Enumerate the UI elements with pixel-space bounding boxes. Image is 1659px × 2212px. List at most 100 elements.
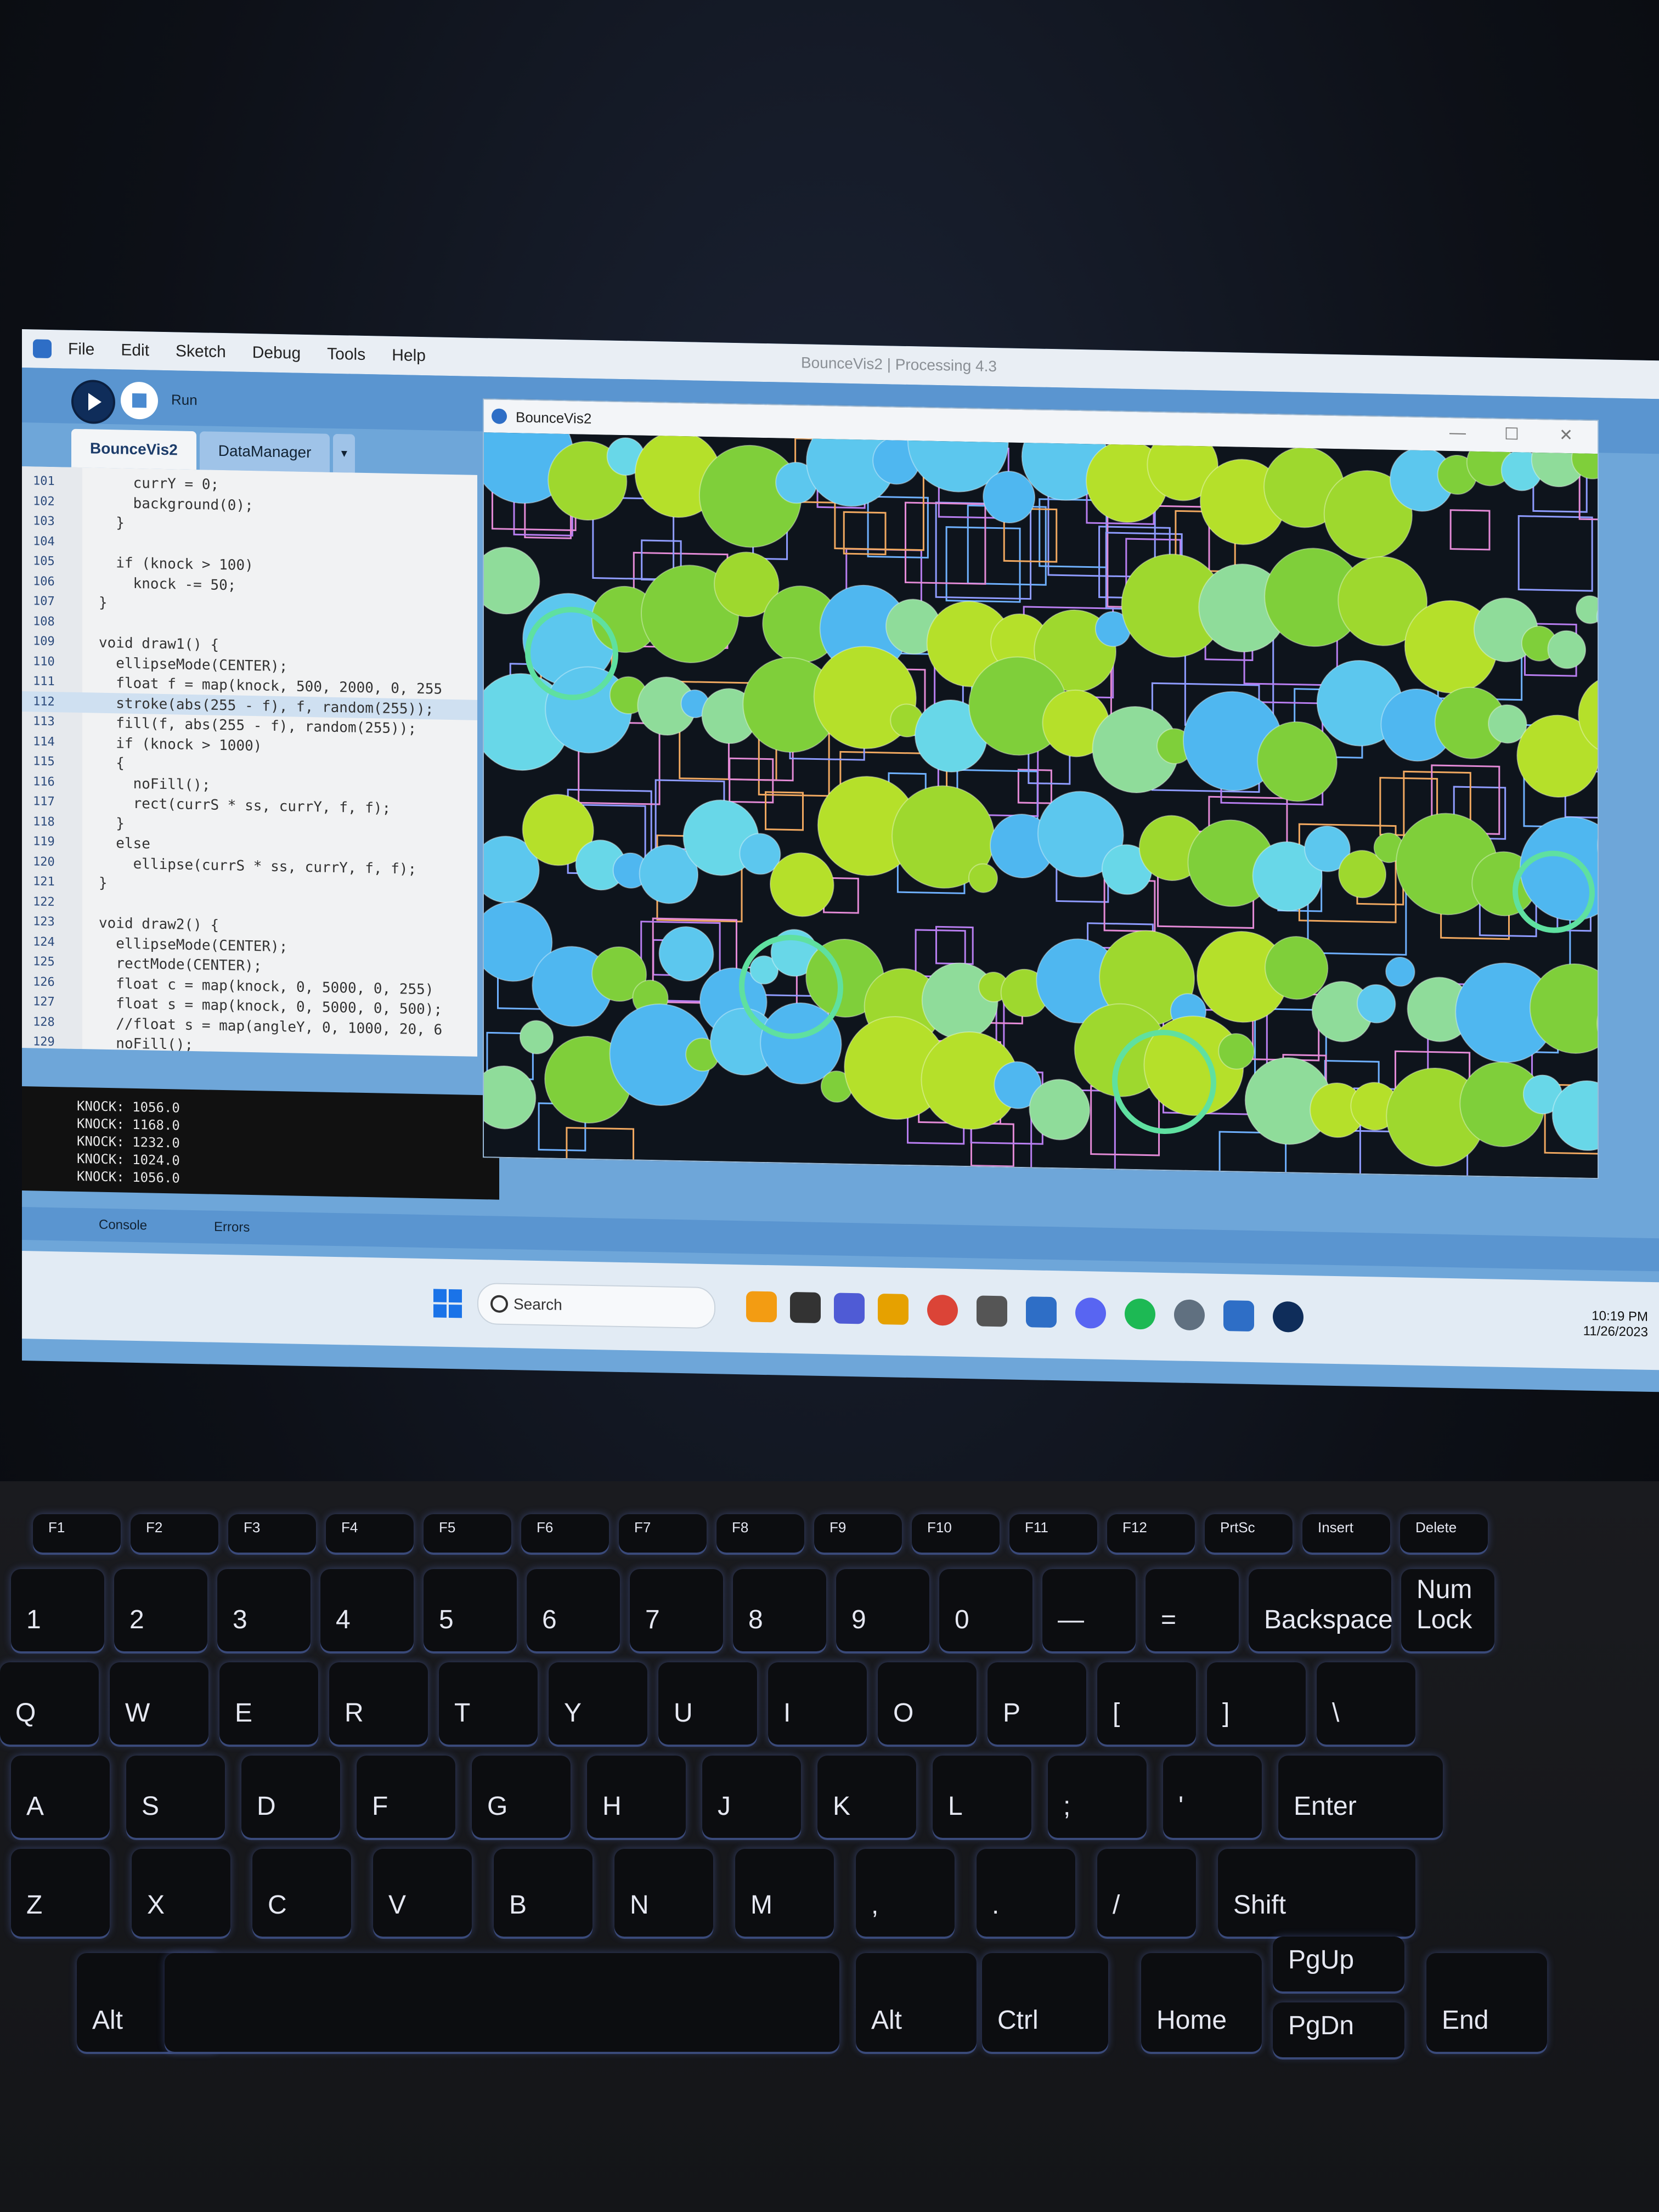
sketch-circle: [1265, 936, 1329, 1000]
key-label: F3: [244, 1519, 261, 1536]
key-label: Enter: [1294, 1792, 1357, 1821]
line-number: 119: [33, 834, 55, 849]
tab-menu-chevron-icon[interactable]: ▾: [333, 433, 356, 473]
sketch-circle: [1356, 984, 1396, 1024]
tab-console[interactable]: Console: [71, 1214, 147, 1237]
letter-key: I: [768, 1662, 867, 1745]
tab-datamanager[interactable]: DataManager: [199, 431, 330, 472]
code-text: noFill();: [99, 775, 211, 794]
file-explorer-icon[interactable]: [878, 1293, 909, 1325]
key-label: X: [147, 1891, 165, 1920]
key-label: F: [372, 1792, 388, 1821]
function-key: F6: [521, 1514, 609, 1553]
letter-key: C: [252, 1849, 351, 1937]
letter-key: U: [658, 1662, 757, 1745]
letter-key: N: [614, 1849, 713, 1937]
run-button[interactable]: [71, 379, 115, 425]
key-label: 9: [851, 1605, 866, 1634]
key-label: PgDn: [1288, 2011, 1355, 2040]
key-label: 1: [26, 1605, 41, 1634]
function-key: F9: [814, 1514, 902, 1553]
sketch-title: BounceVis2: [516, 409, 592, 427]
letter-key: Z: [11, 1849, 110, 1937]
close-icon[interactable]: ✕: [1559, 426, 1573, 445]
task-view-icon[interactable]: [790, 1291, 821, 1323]
function-key: PrtSc: [1205, 1514, 1293, 1553]
sketch-window[interactable]: BounceVis2 — ☐ ✕: [483, 398, 1599, 1180]
bottom-row-key: PgUp: [1273, 1937, 1404, 1991]
key-label: H: [602, 1792, 622, 1821]
code-editor[interactable]: 101 currY = 0; 102 background(0); 103 } 104…: [22, 466, 477, 1057]
code-text: }: [99, 594, 108, 611]
copilot-icon[interactable]: [746, 1291, 777, 1323]
number-key: 0: [939, 1569, 1032, 1651]
key-label: F12: [1122, 1519, 1147, 1536]
code-text: ellipseMode(CENTER);: [99, 654, 288, 675]
letter-key: Enter: [1278, 1756, 1443, 1838]
code-text: currY = 0;: [99, 474, 219, 493]
key-label: F9: [830, 1519, 847, 1536]
letter-key: D: [241, 1756, 340, 1838]
key-label: Y: [564, 1699, 582, 1728]
windows-start-icon[interactable]: [433, 1289, 462, 1318]
key-label: F2: [146, 1519, 163, 1536]
stop-button[interactable]: [121, 381, 158, 420]
line-number: 116: [33, 774, 55, 789]
letter-key: W: [110, 1662, 208, 1745]
search-icon: [490, 1295, 508, 1313]
chrome-icon[interactable]: [927, 1294, 958, 1326]
letter-key: ,: [856, 1849, 955, 1937]
line-number: 108: [33, 614, 55, 629]
processing-ide-icon[interactable]: [1223, 1300, 1254, 1332]
running-sketch-icon[interactable]: [1273, 1301, 1304, 1333]
menu-debug[interactable]: Debug: [252, 343, 301, 363]
number-key: Backspace: [1249, 1569, 1393, 1651]
letter-key: G: [472, 1756, 571, 1838]
line-number: 123: [33, 915, 55, 929]
discord-icon[interactable]: [1075, 1297, 1106, 1329]
key-label: 4: [336, 1605, 351, 1634]
menu-help[interactable]: Help: [392, 346, 426, 365]
number-key: 4: [320, 1569, 414, 1651]
console-line: KNOCK: 1056.0: [77, 1168, 180, 1186]
code-text: else: [99, 834, 150, 853]
sketch-canvas: [484, 432, 1598, 1178]
letter-key: L: [933, 1756, 1031, 1838]
unity-icon[interactable]: [977, 1295, 1007, 1327]
function-key: F7: [619, 1514, 707, 1553]
line-number: 110: [33, 654, 55, 669]
key-label: Home: [1156, 2006, 1227, 2035]
letter-key: /: [1097, 1849, 1196, 1937]
key-label: F4: [341, 1519, 358, 1536]
taskbar-search[interactable]: Search: [477, 1282, 715, 1329]
minimize-icon[interactable]: —: [1449, 424, 1466, 443]
code-text: if (knock > 100): [99, 554, 253, 574]
key-label: D: [257, 1792, 276, 1821]
settings-gear-icon[interactable]: [1174, 1299, 1205, 1331]
line-number: 120: [33, 854, 55, 869]
line-number: 118: [33, 814, 55, 829]
letter-key: E: [219, 1662, 318, 1745]
letter-key: V: [373, 1849, 472, 1937]
key-label: Shift: [1233, 1891, 1286, 1920]
menu-edit[interactable]: Edit: [121, 341, 149, 360]
key-label: I: [783, 1699, 791, 1728]
menu-tools[interactable]: Tools: [327, 345, 365, 364]
tab-errors[interactable]: Errors: [187, 1216, 250, 1239]
space-bar: [165, 1953, 839, 2052]
teams-icon[interactable]: [834, 1293, 865, 1324]
menu-file[interactable]: File: [68, 340, 94, 359]
laptop-keyboard: F1 F2 F3 F4 F5 F6 F7 F8 F9 F10 F11 F12 PrtSc Insert De…: [0, 1481, 1659, 2212]
processing-app-icon[interactable]: [1026, 1296, 1057, 1328]
line-number: 101: [33, 474, 55, 489]
console-line: KNOCK: 1168.0: [77, 1115, 180, 1133]
menu-sketch[interactable]: Sketch: [176, 342, 226, 362]
key-label: —: [1058, 1605, 1084, 1634]
spotify-icon[interactable]: [1125, 1298, 1155, 1330]
function-key: F8: [716, 1514, 804, 1553]
maximize-icon[interactable]: ☐: [1504, 425, 1519, 444]
key-label: S: [142, 1792, 160, 1821]
code-text: ellipseMode(CENTER);: [99, 935, 288, 955]
system-clock[interactable]: 10:19 PM 11/26/2023: [1583, 1308, 1648, 1340]
tab-bouncevis2[interactable]: BounceVis2: [71, 428, 196, 470]
